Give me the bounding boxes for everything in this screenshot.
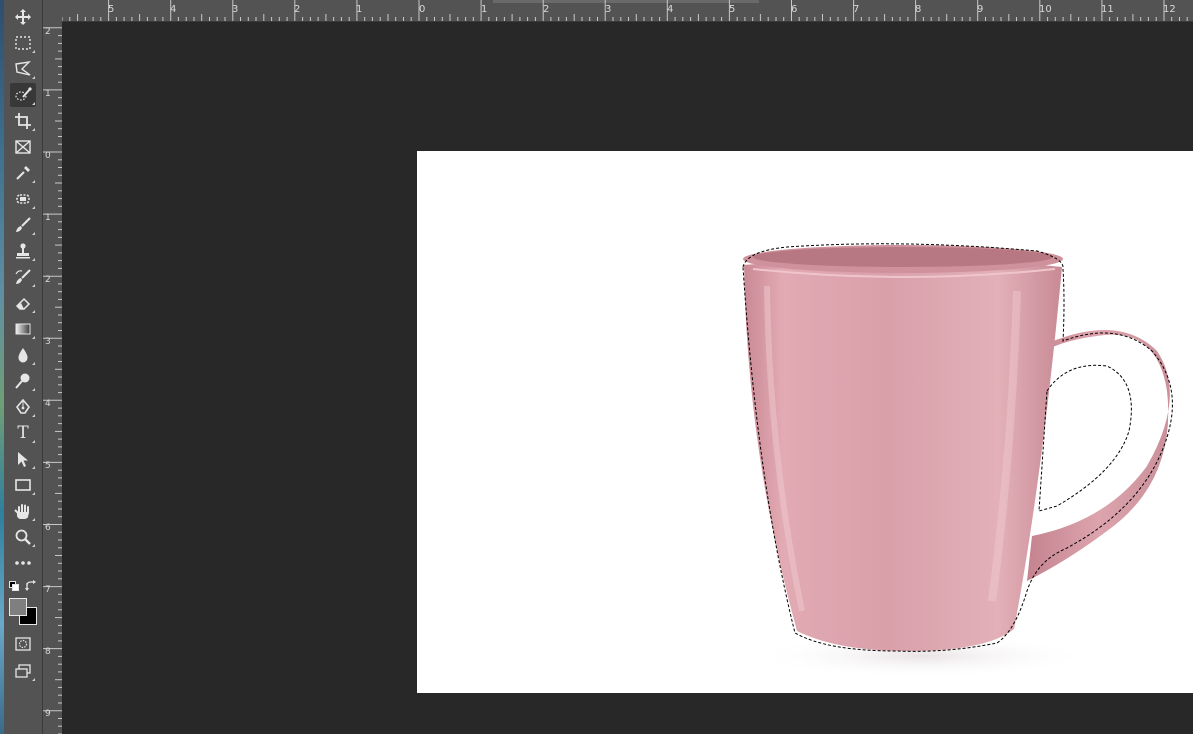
ruler-label: 5: [45, 461, 51, 471]
mug-image: [742, 243, 1173, 678]
blur-tool-button[interactable]: [10, 343, 36, 367]
ruler-label: 5: [729, 4, 736, 15]
ruler-label: 9: [977, 4, 984, 15]
ruler-label: 2: [45, 275, 51, 285]
eraser-icon: [15, 297, 31, 310]
history-brush-tool-button[interactable]: [10, 265, 36, 289]
type-icon: T: [17, 423, 29, 443]
gradient-icon: [15, 323, 31, 335]
dodge-tool-button[interactable]: [10, 369, 36, 393]
pen-icon: [15, 398, 31, 414]
hand-icon: [14, 504, 29, 519]
marquee-icon: [15, 36, 31, 50]
brush-tool-button[interactable]: [10, 213, 36, 237]
ruler-label: 6: [45, 523, 51, 533]
foreground-color-swatch[interactable]: [9, 598, 27, 616]
pen-tool-button[interactable]: [10, 395, 36, 419]
clone-stamp-tool-button[interactable]: [10, 239, 36, 263]
ruler-label: 1: [481, 4, 488, 15]
ruler-label: 5: [108, 4, 115, 15]
rectangle-tool-button[interactable]: [10, 473, 36, 497]
marquee-tool-button[interactable]: [10, 31, 36, 55]
crop-icon: [15, 113, 31, 129]
ruler-label: 10: [1039, 4, 1052, 15]
zoom-icon: [15, 529, 31, 545]
ruler-label: 8: [915, 4, 922, 15]
clone-stamp-icon: [16, 243, 30, 259]
move-icon: [15, 9, 31, 25]
ruler-label: 4: [170, 4, 177, 15]
ruler-label: 11: [1101, 4, 1114, 15]
blur-drop-icon: [18, 348, 28, 363]
eyedropper-icon: [16, 166, 30, 180]
lasso-icon: [15, 60, 32, 76]
move-tool-button[interactable]: [10, 5, 36, 29]
ruler-label: 3: [232, 4, 239, 15]
dodge-icon: [15, 373, 30, 389]
ruler-label: 7: [853, 4, 860, 15]
ruler-label: 1: [45, 213, 51, 223]
crop-tool-button[interactable]: [10, 109, 36, 133]
rectangle-shape-icon: [15, 479, 31, 491]
vertical-ruler[interactable]: 2 1 0 1 2 3 4 5 6 7 8 9: [43, 21, 63, 734]
healing-brush-tool-button[interactable]: [10, 187, 36, 211]
image-canvas[interactable]: [417, 151, 1193, 693]
quick-mask-button[interactable]: [10, 632, 36, 656]
ruler-label: 2: [294, 4, 301, 15]
quick-selection-tool-button[interactable]: [10, 83, 36, 107]
ruler-label: 8: [45, 647, 51, 657]
default-colors-icon[interactable]: [9, 581, 19, 591]
brush-icon: [16, 217, 31, 232]
ruler-label: 3: [45, 337, 51, 347]
eraser-tool-button[interactable]: [10, 291, 36, 315]
quick-selection-icon: [15, 87, 32, 101]
ruler-origin[interactable]: [43, 0, 63, 22]
ruler-label: 4: [667, 4, 674, 15]
ruler-label: 1: [356, 4, 363, 15]
path-selection-tool-button[interactable]: [10, 447, 36, 471]
eyedropper-tool-button[interactable]: [10, 161, 36, 185]
healing-brush-icon: [16, 194, 30, 204]
vertical-ruler-ticks: [43, 27, 62, 734]
ruler-label: 0: [419, 4, 426, 15]
lasso-tool-button[interactable]: [10, 57, 36, 81]
screen-mode-icon: [15, 664, 31, 678]
frame-tool-button[interactable]: [10, 135, 36, 159]
ruler-label: 4: [45, 399, 51, 409]
swap-colors-icon[interactable]: [25, 580, 37, 592]
path-selection-icon: [18, 452, 28, 467]
ruler-label: 6: [791, 4, 798, 15]
ruler-label: 1: [45, 89, 51, 99]
zoom-tool-button[interactable]: [10, 525, 36, 549]
ruler-label: 12: [1163, 4, 1176, 15]
hand-tool-button[interactable]: [10, 499, 36, 523]
type-tool-button[interactable]: T: [10, 421, 36, 445]
ruler-label: 2: [45, 27, 51, 37]
ruler-label: 3: [605, 4, 612, 15]
horizontal-ruler[interactable]: 5 4 3 2 1 0 1 2 3 4 5 6 7 8 9 10 11 12: [62, 0, 1193, 22]
ruler-label: 9: [45, 709, 51, 719]
tools-panel: T: [4, 0, 43, 734]
frame-icon: [15, 140, 31, 154]
gradient-tool-button[interactable]: [10, 317, 36, 341]
edit-toolbar-button[interactable]: [10, 551, 36, 575]
ruler-label: 7: [45, 585, 51, 595]
more-icon: [15, 561, 31, 565]
ruler-label: 0: [45, 151, 51, 161]
quick-mask-icon: [15, 637, 31, 651]
mug-interior: [753, 247, 1053, 267]
ruler-label: 2: [543, 4, 550, 15]
screen-mode-button[interactable]: [10, 659, 36, 683]
history-brush-icon: [15, 269, 31, 284]
